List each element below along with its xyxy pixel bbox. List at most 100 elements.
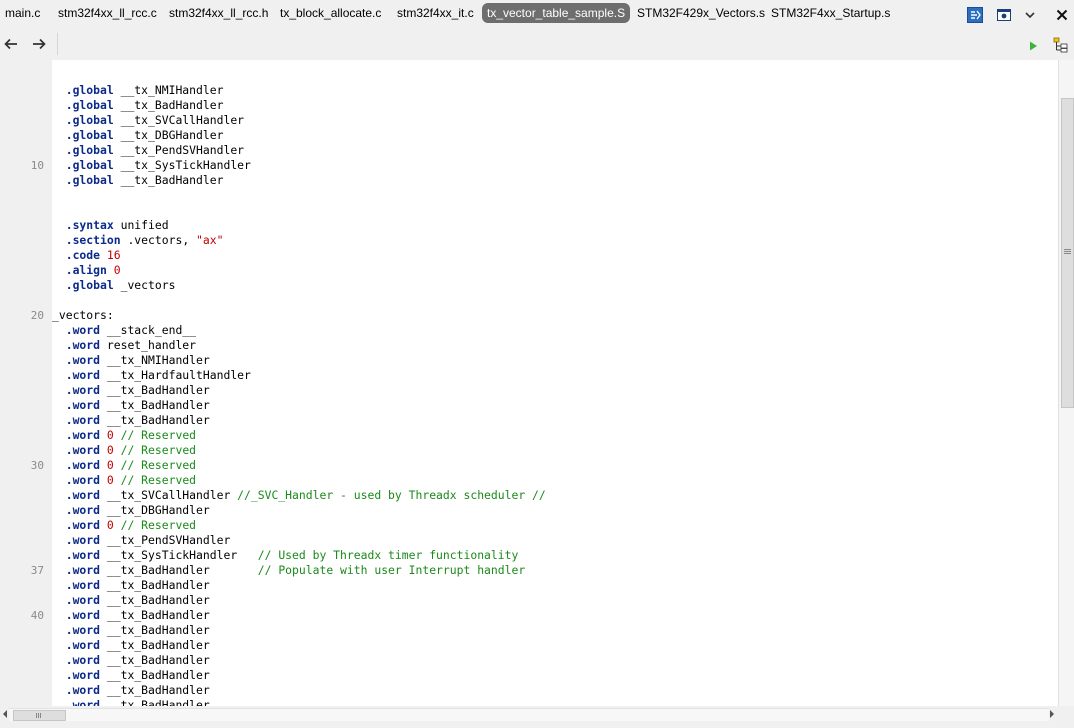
token-text: __tx_BadHandler	[100, 398, 210, 412]
code-line: .word __tx_BadHandler	[0, 668, 1058, 683]
code-line: .word 0 // Reserved	[0, 428, 1058, 443]
arrow-right-icon[interactable]	[30, 35, 48, 53]
code-text: .word __tx_BadHandler	[52, 683, 210, 698]
token-text: __tx_BadHandler	[100, 653, 210, 667]
token-num: 0	[113, 263, 121, 277]
vertical-scroll-thumb[interactable]	[1061, 98, 1074, 408]
code-text: .word 0 // Reserved	[52, 518, 196, 533]
token-cmt: // Reserved	[120, 518, 197, 532]
code-text: .word __tx_BadHandler	[52, 698, 210, 706]
code-text: .word __tx_BadHandler	[52, 398, 210, 413]
close-icon[interactable]	[1053, 6, 1071, 24]
token-kw: .word	[65, 473, 101, 487]
chevron-down-icon[interactable]	[1021, 6, 1039, 24]
code-line: .word __tx_SysTickHandler // Used by Thr…	[0, 548, 1058, 563]
token-kw: .word	[65, 653, 101, 667]
code-line: .word __tx_BadHandler	[0, 398, 1058, 413]
tab-stm32f4xx-it-c[interactable]: stm32f4xx_it.c	[392, 3, 479, 23]
token-kw: .word	[65, 413, 101, 427]
code-text: .word 0 // Reserved	[52, 458, 196, 473]
token-kw: .word	[65, 503, 101, 517]
code-text: .word __tx_HardfaultHandler	[52, 368, 251, 383]
code-line: .code 16	[0, 248, 1058, 263]
code-text: .word __tx_BadHandler	[52, 623, 210, 638]
token-kw: .word	[65, 428, 101, 442]
code-line: .word reset_handler	[0, 338, 1058, 353]
code-line: .global __tx_DBGHandler	[0, 128, 1058, 143]
token-kw: .word	[65, 563, 101, 577]
tab-stm32f429x-vectors-s[interactable]: STM32F429x_Vectors.s	[632, 3, 770, 23]
token-kw: .word	[65, 623, 101, 637]
token-cmt: // Reserved	[120, 458, 197, 472]
tab-stm32f4xx-ll-rcc-h[interactable]: stm32f4xx_ll_rcc.h	[164, 3, 273, 23]
token-kw: .word	[65, 518, 101, 532]
token-kw: .word	[65, 578, 101, 592]
code-line: .section .vectors, "ax"	[0, 233, 1058, 248]
tab-stm32f4xx-ll-rcc-c[interactable]: stm32f4xx_ll_rcc.c	[53, 3, 162, 23]
token-text: reset_handler	[100, 338, 197, 352]
code-text: .section .vectors, "ax"	[52, 233, 224, 248]
token-cmt: // Populate with user Interrupt handler	[257, 563, 526, 577]
token-num: 16	[106, 248, 121, 262]
code-text: .word __tx_BadHandler	[52, 578, 210, 593]
arrow-left-small-icon[interactable]	[0, 708, 9, 720]
token-text: __tx_SysTickHandler	[100, 548, 258, 562]
tree-icon[interactable]	[1052, 36, 1070, 54]
code-text: _vectors:	[52, 308, 114, 323]
code-line: 40 .word __tx_BadHandler	[0, 608, 1058, 623]
token-num: 0	[106, 518, 114, 532]
code-line: .word __tx_BadHandler	[0, 623, 1058, 638]
token-kw: .global	[65, 113, 114, 127]
code-text: .align 0	[52, 263, 121, 278]
code-text: .word __tx_SVCallHandler //_SVC_Handler …	[52, 488, 546, 503]
arrow-right-small-icon[interactable]	[1047, 708, 1056, 720]
token-text: __tx_BadHandler	[100, 683, 210, 697]
code-line: .align 0	[0, 263, 1058, 278]
code-text: .word __tx_BadHandler	[52, 653, 210, 668]
code-editor[interactable]: .global __tx_NMIHandler .global __tx_Bad…	[0, 60, 1058, 706]
tab-tx-block-allocate-c[interactable]: tx_block_allocate.c	[275, 3, 386, 23]
tab-main-c[interactable]: main.c	[0, 3, 45, 23]
code-line: .word __tx_BadHandler	[0, 698, 1058, 706]
code-line: .global _vectors	[0, 278, 1058, 293]
horizontal-scroll-thumb[interactable]	[13, 710, 66, 721]
token-kw: .word	[65, 533, 101, 547]
tab-stm32f4xx-startup-s[interactable]: STM32F4xx_Startup.s	[766, 3, 895, 23]
line-number: 20	[30, 309, 44, 322]
arrow-left-icon[interactable]	[2, 35, 20, 53]
code-line: .word __tx_PendSVHandler	[0, 533, 1058, 548]
window-icon[interactable]	[995, 6, 1013, 24]
token-cmt: // Reserved	[120, 428, 197, 442]
code-line: .syntax unified	[0, 218, 1058, 233]
code-line: .global __tx_BadHandler	[0, 98, 1058, 113]
horizontal-scrollbar[interactable]	[0, 706, 1074, 728]
token-str: "ax"	[196, 233, 224, 247]
code-text: .word __tx_DBGHandler	[52, 503, 210, 518]
tab-tx-vector-table-sample-s[interactable]: tx_vector_table_sample.S	[482, 3, 631, 23]
token-text: __tx_DBGHandler	[100, 503, 210, 517]
play-icon[interactable]	[1024, 37, 1042, 55]
code-text: .code 16	[52, 248, 121, 263]
horizontal-scroll-track[interactable]	[9, 708, 1049, 721]
token-text: __tx_BadHandler	[100, 413, 210, 427]
vertical-scrollbar[interactable]	[1058, 60, 1074, 706]
tab-list-icon[interactable]	[966, 6, 984, 24]
